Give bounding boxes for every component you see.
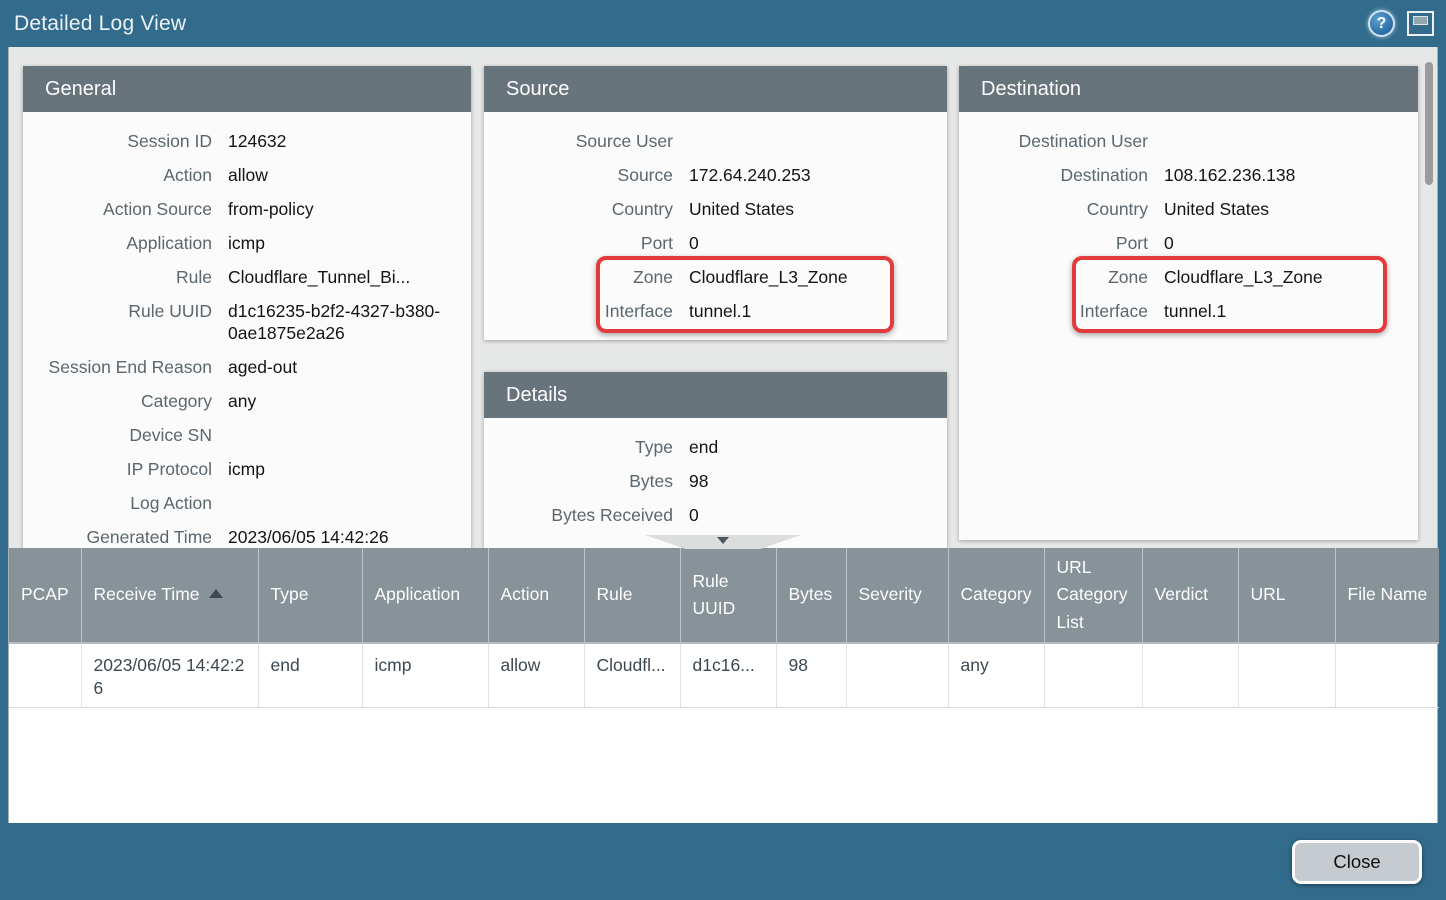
cell-file-name bbox=[1335, 643, 1439, 707]
column-header-url[interactable]: URL bbox=[1238, 548, 1335, 643]
field-destination: Destination 108.162.236.138 bbox=[959, 158, 1418, 192]
field-session-end-reason: Session End Reason aged-out bbox=[23, 350, 471, 384]
cell-rule: Cloudfl... bbox=[584, 643, 680, 707]
column-header-severity[interactable]: Severity bbox=[846, 548, 948, 643]
cell-receive-time: 2023/06/05 14:42:26 bbox=[81, 643, 258, 707]
field-generated-time: Generated Time 2023/06/05 14:42:26 bbox=[23, 520, 471, 548]
field-type: Type end bbox=[484, 430, 947, 464]
cell-category: any bbox=[948, 643, 1044, 707]
field-source-country: Country United States bbox=[484, 192, 947, 226]
field-source-zone: Zone Cloudflare_L3_Zone bbox=[484, 260, 947, 294]
field-destination-zone: Zone Cloudflare_L3_Zone bbox=[959, 260, 1418, 294]
cell-type: end bbox=[258, 643, 362, 707]
general-panel-header: General bbox=[23, 66, 471, 112]
details-panel-header: Details bbox=[484, 372, 947, 418]
column-header-application[interactable]: Application bbox=[362, 548, 488, 643]
dialog-footer: Close bbox=[0, 823, 1446, 900]
dialog-title: Detailed Log View bbox=[14, 12, 186, 36]
field-destination-interface: Interface tunnel.1 bbox=[959, 294, 1418, 328]
column-header-action[interactable]: Action bbox=[488, 548, 584, 643]
column-header-bytes[interactable]: Bytes bbox=[776, 548, 846, 643]
general-panel: General Session ID 124632 Action allow A… bbox=[23, 66, 471, 548]
column-header-type[interactable]: Type bbox=[258, 548, 362, 643]
column-header-verdict[interactable]: Verdict bbox=[1142, 548, 1238, 643]
cell-rule-uuid: d1c16... bbox=[680, 643, 776, 707]
column-header-rule-uuid[interactable]: Rule UUID bbox=[680, 548, 776, 643]
table-header-row: PCAP Receive Time Type Application Actio… bbox=[9, 548, 1439, 643]
window-icon[interactable] bbox=[1407, 11, 1434, 36]
field-action: Action allow bbox=[23, 158, 471, 192]
column-header-pcap[interactable]: PCAP bbox=[9, 548, 81, 643]
titlebar-icons bbox=[1368, 10, 1434, 37]
field-bytes-received: Bytes Received 0 bbox=[484, 498, 947, 532]
vertical-scrollbar-thumb[interactable] bbox=[1425, 62, 1433, 185]
titlebar: Detailed Log View bbox=[0, 0, 1446, 47]
field-source-interface: Interface tunnel.1 bbox=[484, 294, 947, 328]
field-application: Application icmp bbox=[23, 226, 471, 260]
cell-url bbox=[1238, 643, 1335, 707]
field-source: Source 172.64.240.253 bbox=[484, 158, 947, 192]
column-header-category[interactable]: Category bbox=[948, 548, 1044, 643]
field-source-port: Port 0 bbox=[484, 226, 947, 260]
field-source-user: Source User bbox=[484, 124, 947, 158]
source-panel-header: Source bbox=[484, 66, 947, 112]
column-header-receive-time[interactable]: Receive Time bbox=[81, 548, 258, 643]
field-session-id: Session ID 124632 bbox=[23, 124, 471, 158]
field-bytes: Bytes 98 bbox=[484, 464, 947, 498]
column-header-file-name[interactable]: File Name bbox=[1335, 548, 1439, 643]
field-destination-port: Port 0 bbox=[959, 226, 1418, 260]
cell-pcap bbox=[9, 643, 81, 707]
cell-verdict bbox=[1142, 643, 1238, 707]
field-rule-uuid: Rule UUID d1c16235-b2f2-4327-b380-0ae187… bbox=[23, 294, 471, 350]
destination-panel-header: Destination bbox=[959, 66, 1418, 112]
log-table: PCAP Receive Time Type Application Actio… bbox=[9, 548, 1439, 708]
field-destination-user: Destination User bbox=[959, 124, 1418, 158]
cell-url-category-list bbox=[1044, 643, 1142, 707]
field-device-sn: Device SN bbox=[23, 418, 471, 452]
field-destination-country: Country United States bbox=[959, 192, 1418, 226]
destination-panel-body: Destination User Destination 108.162.236… bbox=[959, 112, 1418, 540]
cell-severity bbox=[846, 643, 948, 707]
window-icon-inner bbox=[1413, 16, 1428, 25]
destination-panel: Destination Destination User Destination… bbox=[959, 66, 1418, 540]
detailed-log-view-dialog: { "titlebar": { "title": "Detailed Log V… bbox=[0, 0, 1446, 900]
source-panel-body: Source User Source 172.64.240.253 Countr… bbox=[484, 112, 947, 340]
field-rule: Rule Cloudflare_Tunnel_Bi... bbox=[23, 260, 471, 294]
detail-area: General Session ID 124632 Action allow A… bbox=[9, 47, 1437, 548]
field-category: Category any bbox=[23, 384, 471, 418]
field-action-source: Action Source from-policy bbox=[23, 192, 471, 226]
table-row[interactable]: 2023/06/05 14:42:26 end icmp allow Cloud… bbox=[9, 643, 1439, 707]
general-panel-body: Session ID 124632 Action allow Action So… bbox=[23, 112, 471, 548]
dialog-content: General Session ID 124632 Action allow A… bbox=[8, 47, 1438, 823]
cell-application: icmp bbox=[362, 643, 488, 707]
field-log-action: Log Action bbox=[23, 486, 471, 520]
cell-action: allow bbox=[488, 643, 584, 707]
details-panel: Details Type end Bytes 98 Bytes Received… bbox=[484, 372, 947, 548]
help-icon[interactable] bbox=[1368, 10, 1395, 37]
chevron-down-icon bbox=[717, 537, 729, 544]
field-ip-protocol: IP Protocol icmp bbox=[23, 452, 471, 486]
source-panel: Source Source User Source 172.64.240.253… bbox=[484, 66, 947, 340]
sort-ascending-icon bbox=[209, 589, 223, 598]
column-header-rule[interactable]: Rule bbox=[584, 548, 680, 643]
column-header-url-category-list[interactable]: URL Category List bbox=[1044, 548, 1142, 643]
log-table-area: PCAP Receive Time Type Application Actio… bbox=[9, 548, 1437, 823]
details-panel-body: Type end Bytes 98 Bytes Received 0 bbox=[484, 418, 947, 548]
close-button[interactable]: Close bbox=[1292, 840, 1422, 884]
cell-bytes: 98 bbox=[776, 643, 846, 707]
